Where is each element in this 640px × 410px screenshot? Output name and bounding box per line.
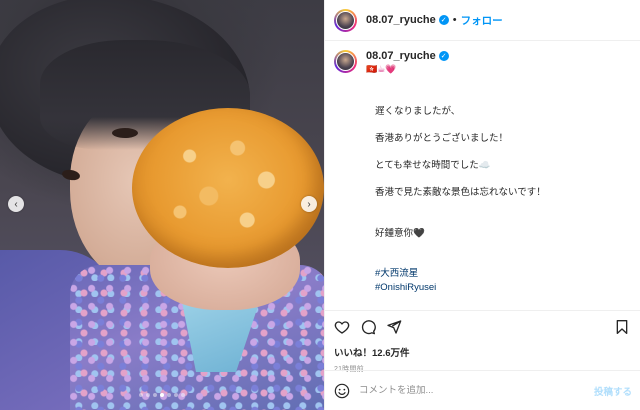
carousel-dot: [153, 393, 157, 397]
likes-count[interactable]: いいね！12.6万件: [334, 345, 632, 359]
caption-text: 遅くなりましたが、 香港ありがとうございました！ とても幸せな時間でした☁️ 香…: [375, 105, 631, 294]
carousel-prev-button[interactable]: ‹: [8, 196, 24, 212]
caption-header: 08.07_ryuche ✓ 🇭🇰☕💗: [334, 50, 631, 75]
post-media[interactable]: ‹ ›: [0, 0, 324, 410]
photo-eye: [112, 128, 138, 138]
hashtag-link[interactable]: #OnishiRyusei: [375, 281, 631, 295]
emoji-smile-icon[interactable]: [334, 383, 350, 399]
avatar[interactable]: [334, 8, 357, 32]
post-details-panel: 08.07_ryuche ✓ • フォロー 08.07_ryuche ✓ 🇭🇰☕…: [324, 0, 640, 410]
carousel-dot: [160, 393, 164, 397]
caption-line: とても幸せな時間でした☁️: [375, 160, 491, 171]
carousel-dot: [146, 393, 150, 397]
caption-line: 遅くなりましたが、: [375, 106, 461, 117]
carousel-indicator: [0, 393, 324, 397]
header-separator: •: [452, 14, 457, 26]
post-actions: いいね！12.6万件 21時間前: [325, 310, 640, 374]
caption-username-row: 08.07_ryuche ✓: [366, 50, 449, 62]
carousel-dot: [167, 393, 171, 397]
carousel-next-button[interactable]: ›: [301, 196, 317, 212]
chevron-right-icon: ›: [307, 198, 311, 210]
action-icons: [334, 318, 632, 336]
carousel-dot: [139, 393, 143, 397]
instagram-post-modal: ‹ › 08.07_ryuche ✓ • フォロー 08.07_ryuche ✓: [0, 0, 640, 410]
post-comment-button[interactable]: 投稿する: [594, 384, 632, 398]
caption-section: 08.07_ryuche ✓ 🇭🇰☕💗 遅くなりましたが、 香港ありがとうござい…: [325, 41, 640, 310]
verified-badge-icon: ✓: [438, 51, 449, 61]
carousel-dot: [181, 393, 185, 397]
carousel-dot: [174, 393, 178, 397]
caption-line: 好鍾意你🖤: [375, 227, 425, 239]
avatar[interactable]: [334, 50, 357, 73]
follow-button[interactable]: フォロー: [461, 13, 503, 28]
comment-bar: 投稿する: [325, 370, 640, 410]
header-username[interactable]: 08.07_ryuche: [366, 14, 436, 26]
chevron-left-icon: ‹: [14, 198, 18, 210]
comment-icon[interactable]: [360, 319, 376, 335]
hashtag-link[interactable]: #大西流星: [375, 267, 631, 281]
bookmark-icon[interactable]: [614, 319, 630, 335]
post-header: 08.07_ryuche ✓ • フォロー: [325, 0, 640, 41]
caption-emoji-line: 🇭🇰☕💗: [366, 64, 397, 74]
verified-badge-icon: ✓: [438, 15, 449, 25]
caption-line: 香港で見た素敵な景色は忘れないです！: [375, 187, 546, 198]
caption-username[interactable]: 08.07_ryuche: [366, 50, 436, 62]
share-icon[interactable]: [386, 319, 402, 335]
caption-line: 香港ありがとうございました！: [375, 133, 509, 144]
photo-pineapple-bun: [132, 108, 324, 268]
heart-icon[interactable]: [334, 319, 350, 335]
comment-input[interactable]: [359, 385, 594, 396]
